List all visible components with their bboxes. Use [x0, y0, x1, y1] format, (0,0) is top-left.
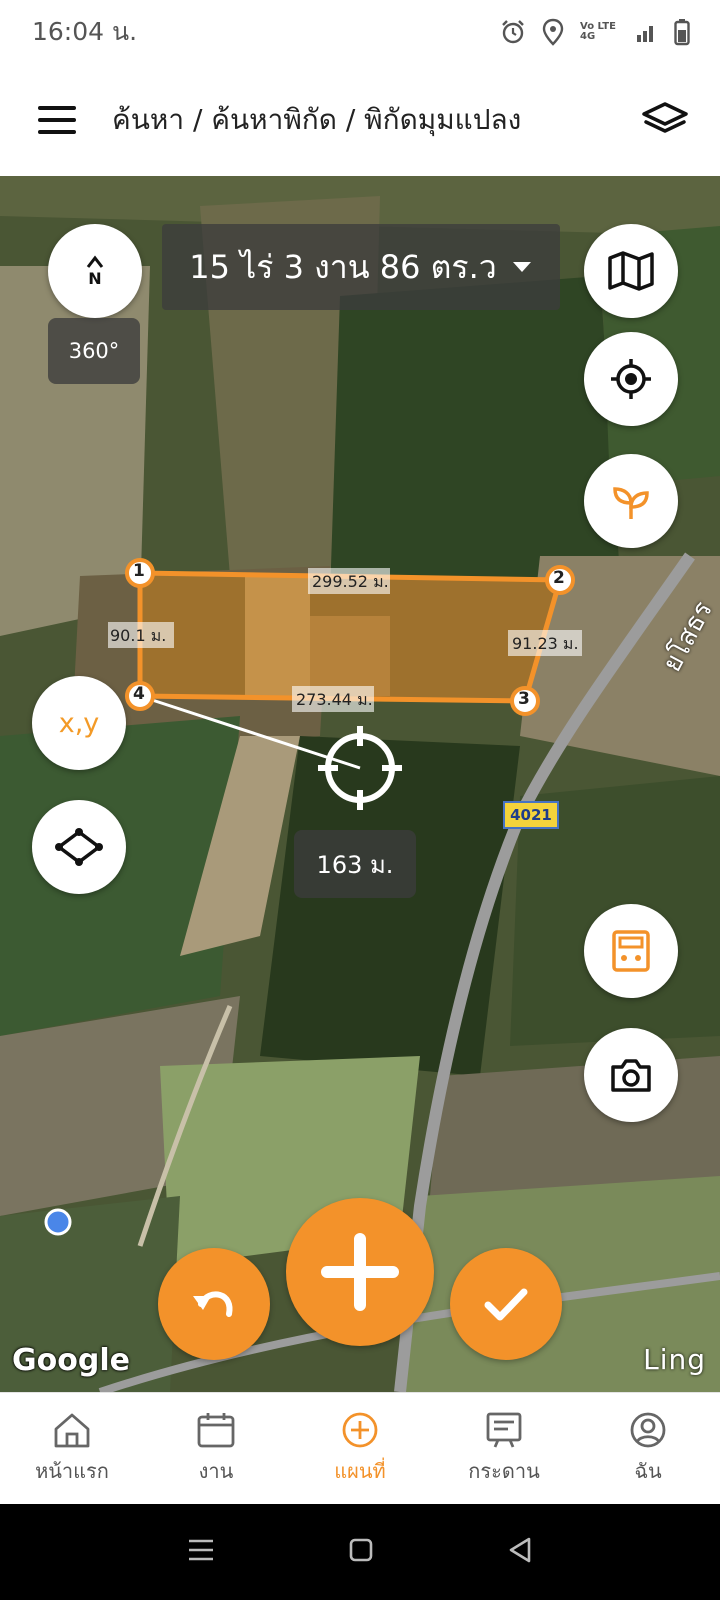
road-number-shield: 4021: [503, 801, 559, 829]
nav-label: หน้าแรก: [35, 1458, 109, 1483]
vertex-label[interactable]: 2: [553, 568, 565, 588]
breadcrumb: ค้นหา / ค้นหาพิกัด / พิกัดมุมแปลง: [112, 103, 522, 136]
my-location-button[interactable]: [584, 332, 678, 426]
nav-item-home[interactable]: หน้าแรก: [0, 1393, 144, 1504]
app-header: ค้นหา / ค้นหาพิกัด / พิกัดมุมแปลง: [0, 64, 720, 176]
edge-length-left: 90.1 ม.: [110, 626, 167, 645]
nav-label: แผนที่: [334, 1458, 386, 1483]
home-square-icon: [349, 1538, 373, 1562]
check-icon: [484, 1288, 528, 1321]
confirm-button[interactable]: [450, 1248, 562, 1360]
back-icon: [510, 1537, 531, 1563]
recent-apps-icon: [188, 1539, 213, 1561]
map-icon: [608, 251, 654, 291]
camera-icon: [611, 1059, 651, 1092]
home-icon: [54, 1413, 90, 1447]
nav-label: ฉัน: [634, 1458, 662, 1483]
nav-item-map[interactable]: แผนที่: [288, 1393, 432, 1504]
nav-item-profile[interactable]: ฉัน: [576, 1393, 720, 1504]
nav-label: งาน: [198, 1458, 234, 1483]
camera-button[interactable]: [584, 1028, 678, 1122]
map-attribution: Ling: [643, 1343, 706, 1376]
status-bar: 16:04 น. Vo LTE 4G: [0, 0, 720, 64]
calculator-button[interactable]: [584, 904, 678, 998]
xy-label: x,y: [58, 707, 100, 739]
polygon-icon: [55, 828, 103, 866]
alarm-icon: [502, 20, 524, 44]
vertex-label[interactable]: 4: [133, 684, 145, 704]
recent-apps-button[interactable]: [187, 1538, 215, 1566]
network-label: Vo LTE 4G: [580, 21, 616, 42]
locate-icon: [611, 359, 651, 399]
xy-coordinate-button[interactable]: x,y: [32, 676, 126, 770]
plant-button[interactable]: [584, 454, 678, 548]
status-icons: Vo LTE 4G: [500, 18, 690, 46]
nav-item-board[interactable]: กระดาน: [432, 1393, 576, 1504]
compass-angle: 360°: [48, 318, 140, 384]
bottom-nav: หน้าแรก งาน แผนที่ กระดาน ฉัน: [0, 1392, 720, 1504]
plus-icon: [321, 1233, 399, 1311]
vertex-label[interactable]: 1: [133, 561, 145, 581]
system-nav-bar: [0, 1504, 720, 1600]
home-system-button[interactable]: [348, 1537, 374, 1567]
draw-polygon-button[interactable]: [32, 800, 126, 894]
nav-item-tasks[interactable]: งาน: [144, 1393, 288, 1504]
add-point-button[interactable]: [286, 1198, 434, 1346]
battery-icon: [674, 19, 690, 46]
sprout-icon: [613, 487, 649, 519]
caret-down-icon: [512, 262, 531, 272]
calendar-icon: [197, 1412, 235, 1447]
map-type-button[interactable]: [584, 224, 678, 318]
north-arrow-icon: [86, 255, 104, 268]
back-button[interactable]: [507, 1536, 533, 1568]
map-view[interactable]: 1 2 3 4 299.52 ม. 91.23 ม. 273.44 ม. 90.…: [0, 176, 720, 1392]
location-icon: [542, 18, 564, 46]
vertex-label[interactable]: 3: [518, 689, 530, 709]
undo-button[interactable]: [158, 1248, 270, 1360]
signal-icon: [637, 26, 653, 42]
area-text: 15 ไร่ 3 งาน 86 ตร.ว: [189, 247, 497, 286]
compass-letter: N: [88, 268, 102, 288]
edge-length-right: 91.23 ม.: [512, 634, 579, 653]
calculator-icon: [612, 930, 650, 972]
distance-readout: 163 ม.: [294, 830, 416, 898]
undo-icon: [193, 1291, 233, 1317]
add-circle-icon: [342, 1412, 378, 1447]
compass-button[interactable]: N: [48, 224, 142, 318]
map-brand: Google: [12, 1343, 130, 1378]
area-dropdown[interactable]: 15 ไร่ 3 งาน 86 ตร.ว: [162, 224, 560, 310]
menu-icon[interactable]: [38, 106, 76, 134]
edge-length-top: 299.52 ม.: [312, 572, 389, 591]
nav-label: กระดาน: [468, 1458, 540, 1483]
layers-icon[interactable]: [640, 100, 690, 140]
edge-length-bottom: 273.44 ม.: [296, 690, 373, 709]
board-icon: [486, 1412, 522, 1448]
status-time: 16:04 น.: [32, 17, 138, 46]
profile-icon: [630, 1412, 666, 1447]
